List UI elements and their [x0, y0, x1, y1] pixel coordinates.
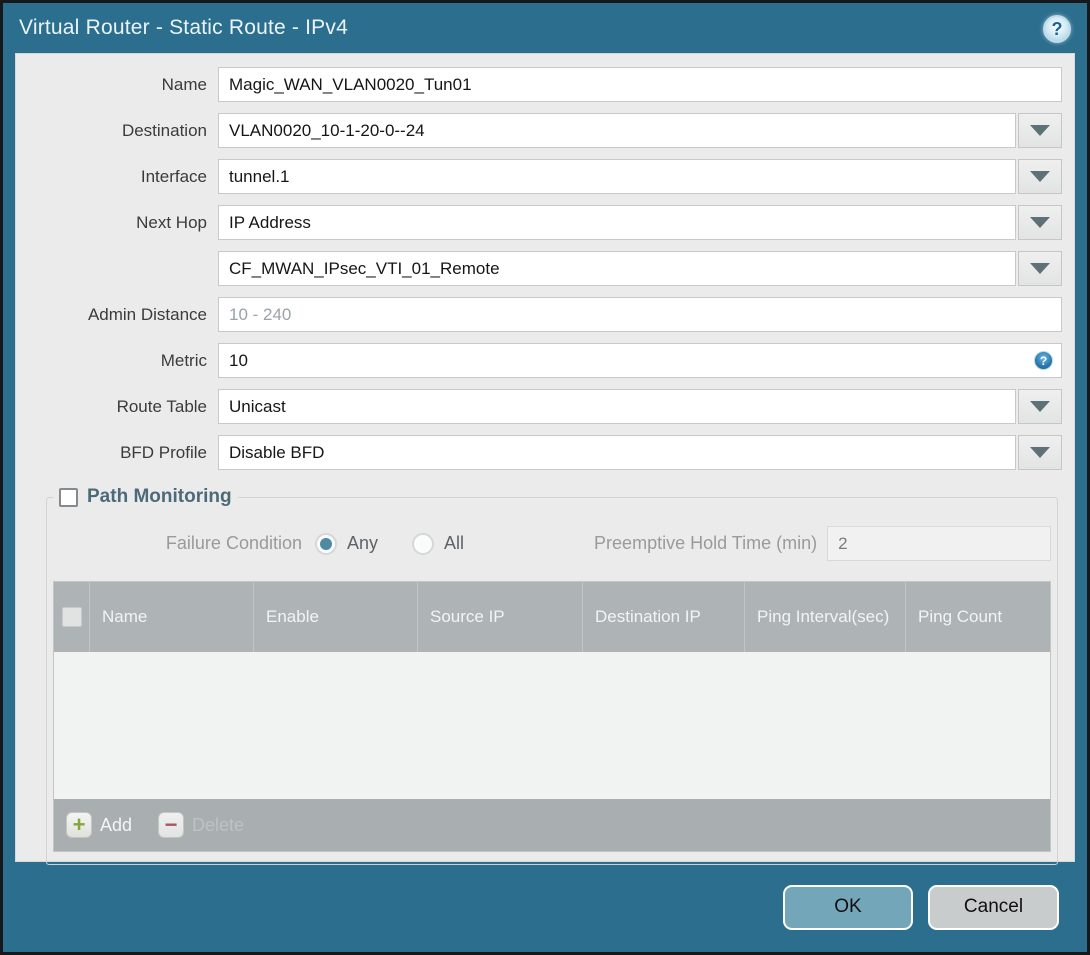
path-monitoring-controls: Failure Condition Any All Preemptive Hol… [53, 526, 1052, 561]
delete-button-label: Delete [192, 814, 245, 835]
path-monitoring-checkbox[interactable] [59, 487, 78, 507]
dialog-title: Virtual Router - Static Route - IPv4 [19, 16, 348, 39]
form-row-next-hop-address [28, 251, 1062, 286]
chevron-down-icon [1030, 447, 1050, 458]
column-header-source-ip[interactable]: Source IP [418, 582, 583, 652]
static-route-dialog: Virtual Router - Static Route - IPv4 ? N… [0, 0, 1090, 955]
admin-distance-label: Admin Distance [87, 304, 207, 324]
admin-distance-input[interactable] [218, 297, 1062, 332]
table-body-empty [54, 652, 1051, 799]
form-row-route-table: Route Table [28, 389, 1062, 424]
column-header-ping-interval[interactable]: Ping Interval(sec) [745, 582, 906, 652]
preemptive-hold-time-input[interactable] [827, 526, 1052, 561]
column-header-enable[interactable]: Enable [254, 582, 418, 652]
next-hop-address-input[interactable] [218, 251, 1016, 286]
radio-all[interactable]: All [412, 532, 465, 555]
add-button-label: Add [100, 814, 133, 835]
path-monitoring-title: Path Monitoring [87, 486, 232, 507]
form-row-bfd-profile: BFD Profile [28, 435, 1062, 470]
route-table-select[interactable] [218, 389, 1016, 424]
title-bar: Virtual Router - Static Route - IPv4 ? [3, 3, 1087, 53]
bfd-profile-dropdown-button[interactable] [1018, 435, 1062, 470]
bfd-profile-select[interactable] [218, 435, 1016, 470]
delete-button[interactable]: − Delete [158, 812, 244, 838]
radio-any[interactable]: Any [315, 532, 379, 555]
name-label: Name [161, 74, 207, 94]
route-table-label: Route Table [116, 396, 207, 416]
path-monitoring-section: Path Monitoring Failure Condition Any Al… [46, 486, 1059, 865]
destination-dropdown-button[interactable] [1018, 113, 1062, 148]
dialog-footer: OK Cancel [3, 862, 1087, 952]
failure-condition-label: Failure Condition [165, 533, 302, 553]
chevron-down-icon [1030, 401, 1050, 412]
metric-label: Metric [160, 350, 207, 370]
next-hop-label: Next Hop [136, 212, 207, 232]
path-monitoring-legend: Path Monitoring [53, 486, 238, 508]
interface-dropdown-button[interactable] [1018, 159, 1062, 194]
minus-icon: − [158, 812, 185, 838]
interface-label: Interface [140, 166, 207, 186]
chevron-down-icon [1030, 263, 1050, 274]
ok-button[interactable]: OK [783, 884, 913, 930]
cancel-button[interactable]: Cancel [928, 884, 1059, 930]
column-header-ping-count[interactable]: Ping Count [906, 582, 1050, 652]
failure-condition-radio-group: Any All [315, 532, 465, 555]
chevron-down-icon [1030, 217, 1050, 228]
form-row-metric: Metric ? [28, 343, 1062, 378]
next-hop-select[interactable] [218, 205, 1016, 240]
destination-label: Destination [121, 120, 207, 140]
path-monitoring-table: Name Enable Source IP Destination IP Pin… [53, 581, 1052, 852]
chevron-down-icon [1030, 125, 1050, 136]
next-hop-address-dropdown-button[interactable] [1018, 251, 1062, 286]
column-header-destination-ip[interactable]: Destination IP [583, 582, 745, 652]
form-row-interface: Interface [28, 159, 1062, 194]
select-all-checkbox[interactable] [61, 607, 82, 627]
interface-input[interactable] [218, 159, 1016, 194]
add-button[interactable]: + Add [66, 812, 132, 838]
form-row-name: Name [28, 67, 1062, 102]
bfd-profile-label: BFD Profile [120, 442, 207, 462]
help-icon[interactable]: ? [1043, 15, 1071, 43]
radio-any-label: Any [347, 533, 379, 553]
radio-selected-icon[interactable] [315, 532, 337, 555]
info-icon[interactable]: ? [1034, 351, 1053, 370]
route-table-dropdown-button[interactable] [1018, 389, 1062, 424]
preemptive-hold-time-label: Preemptive Hold Time (min) [594, 533, 818, 553]
table-header: Name Enable Source IP Destination IP Pin… [54, 582, 1051, 652]
table-toolbar: + Add − Delete [54, 799, 1051, 851]
form-row-destination: Destination [28, 113, 1062, 148]
plus-icon: + [66, 812, 92, 838]
select-all-cell [54, 582, 90, 652]
next-hop-dropdown-button[interactable] [1018, 205, 1062, 240]
name-input[interactable] [218, 67, 1062, 102]
form-row-next-hop: Next Hop [28, 205, 1062, 240]
chevron-down-icon [1030, 171, 1050, 182]
destination-input[interactable] [218, 113, 1016, 148]
radio-all-label: All [444, 533, 465, 553]
dialog-content: Name Destination Interface [15, 53, 1075, 865]
metric-input[interactable] [218, 343, 1062, 378]
column-header-name[interactable]: Name [90, 582, 254, 652]
form-row-admin-distance: Admin Distance [28, 297, 1062, 332]
radio-unselected-icon[interactable] [412, 532, 435, 555]
